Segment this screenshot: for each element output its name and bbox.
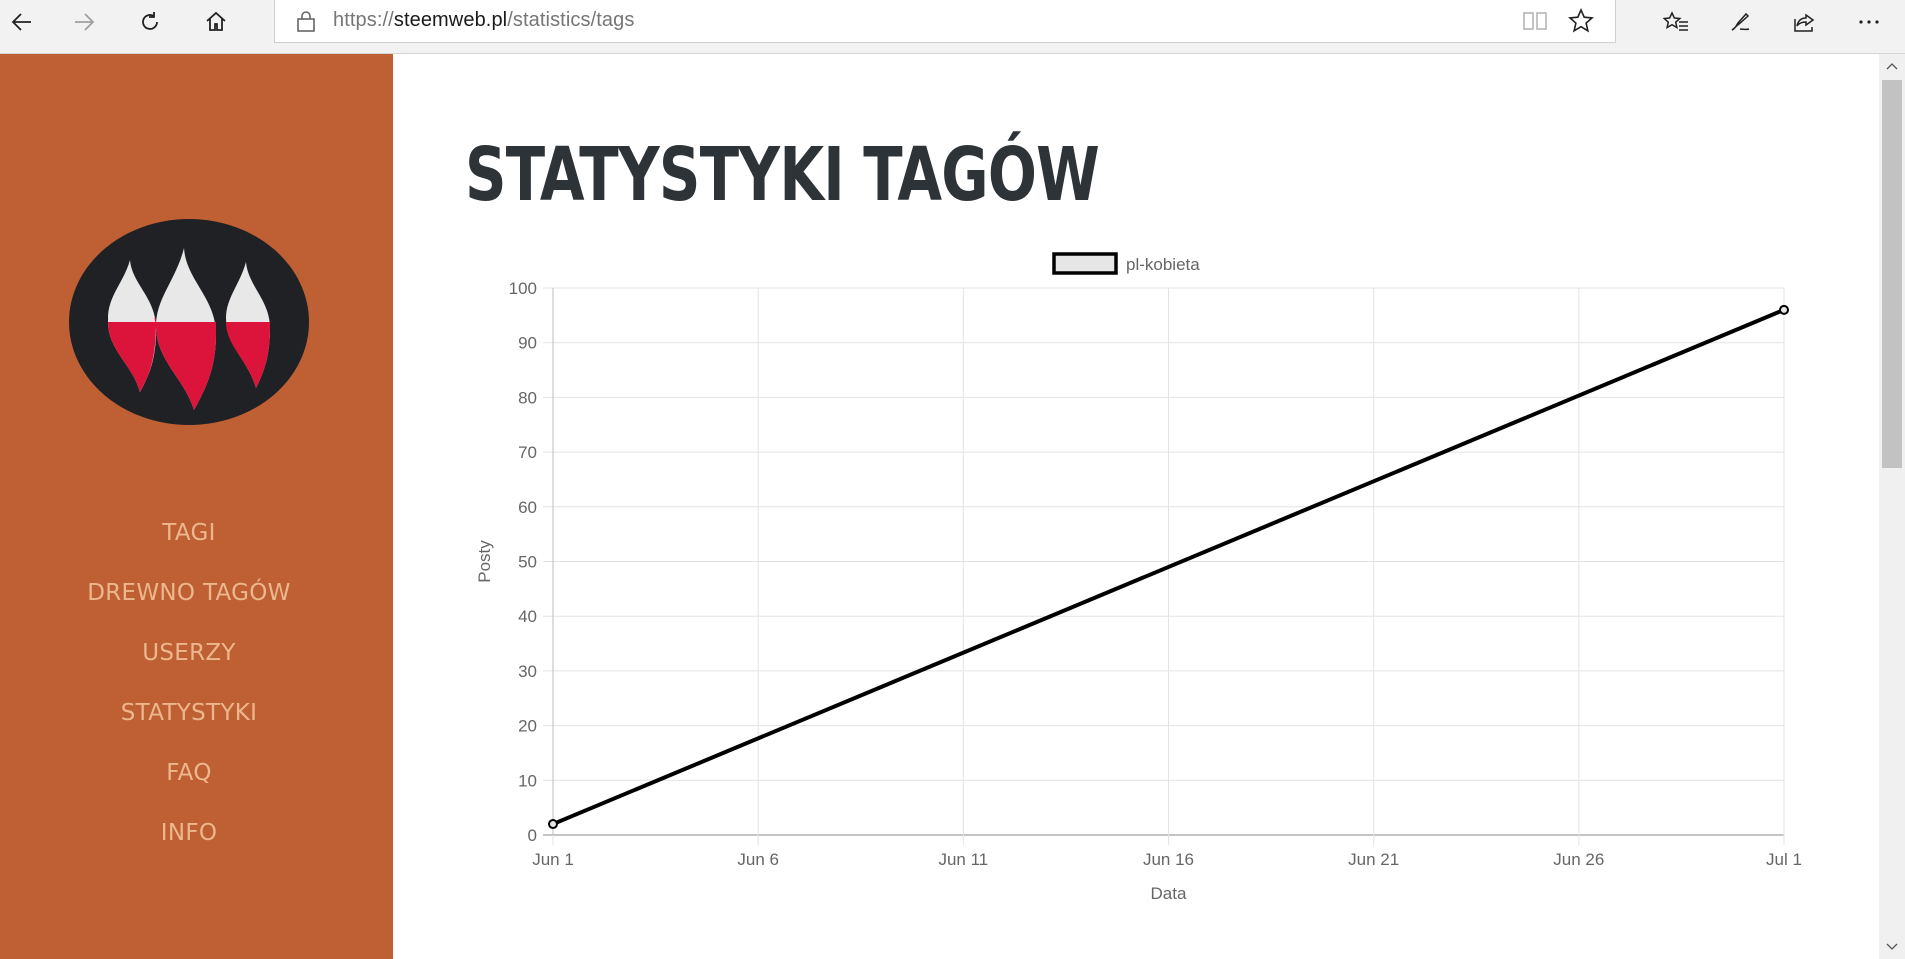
more-button[interactable] — [1847, 0, 1891, 43]
x-tick-label: Jun 1 — [532, 850, 574, 869]
url-scheme: https:// — [333, 9, 394, 31]
data-point — [1779, 304, 1789, 315]
scroll-down-icon[interactable] — [1885, 939, 1899, 953]
y-tick-label: 20 — [518, 717, 537, 736]
browser-toolbar: https://steemweb.pl/statistics/tags — [0, 0, 1905, 54]
url-host: steemweb.pl — [393, 9, 508, 31]
sidebar: TAGI DREWNO TAGÓW USERZY STATYSTYKI FAQ … — [0, 54, 393, 959]
forward-button[interactable] — [62, 0, 106, 43]
reading-view-icon[interactable] — [1522, 9, 1548, 33]
nav-item-faq[interactable]: FAQ — [0, 749, 378, 809]
y-tick-label: 50 — [518, 553, 537, 572]
nav-item-info[interactable]: INFO — [0, 809, 378, 869]
url-path: /statistics/tags — [507, 9, 635, 31]
y-tick-label: 70 — [518, 443, 537, 462]
x-tick-label: Jun 16 — [1143, 850, 1194, 869]
refresh-icon — [142, 11, 158, 30]
home-icon — [206, 11, 226, 31]
address-bar[interactable]: https://steemweb.pl/statistics/tags — [274, 0, 1616, 43]
share-button[interactable] — [1783, 0, 1827, 43]
steem-logo — [69, 219, 309, 425]
scrollbar-thumb[interactable] — [1882, 80, 1902, 468]
x-tick-label: Jun 11 — [938, 850, 988, 869]
page-title: STATYSTYKI TAGÓW — [465, 132, 1100, 218]
refresh-button[interactable] — [128, 0, 172, 43]
y-tick-label: 80 — [518, 388, 537, 407]
nav-item-tagi[interactable]: TAGI — [0, 509, 378, 569]
tag-stats-chart: 0 10 20 30 40 50 60 70 80 90 100 Jun 1 Jun 6 Jun 11 Ju… — [475, 252, 1802, 903]
notes-button[interactable] — [1718, 0, 1762, 43]
legend-swatch — [1052, 252, 1118, 275]
favorites-button[interactable] — [1654, 0, 1698, 43]
nav-item-userzy[interactable]: USERZY — [0, 629, 378, 689]
more-dots-icon — [1859, 19, 1879, 24]
y-tick-label: 90 — [518, 334, 537, 353]
y-tick-label: 100 — [509, 279, 537, 298]
x-tick-label: Jun 21 — [1348, 850, 1399, 869]
url-text[interactable]: https://steemweb.pl/statistics/tags — [333, 9, 634, 32]
x-tick-label: Jun 26 — [1553, 850, 1604, 869]
back-button[interactable] — [0, 0, 44, 43]
data-point — [548, 819, 558, 830]
x-axis-title: Data — [1151, 884, 1187, 903]
main-nav: TAGI DREWNO TAGÓW USERZY STATYSTYKI FAQ … — [0, 509, 378, 869]
favorite-star-icon[interactable] — [1567, 7, 1595, 35]
legend-label: pl-kobieta — [1126, 255, 1200, 274]
y-tick-label: 40 — [518, 607, 537, 626]
page-scrollbar[interactable] — [1879, 54, 1905, 959]
pen-icon — [1731, 12, 1750, 31]
favorites-list-icon — [1663, 10, 1688, 31]
home-button[interactable] — [194, 0, 238, 43]
x-tick-label: Jun 6 — [737, 850, 779, 869]
forward-arrow-icon — [75, 12, 95, 31]
nav-item-drzewo-tagow[interactable]: DREWNO TAGÓW — [0, 569, 378, 629]
y-tick-label: 10 — [518, 771, 537, 790]
share-icon — [1794, 13, 1815, 32]
y-tick-label: 0 — [528, 826, 537, 845]
x-tick-label: Jul 1 — [1766, 850, 1802, 869]
y-axis-title: Posty — [475, 540, 494, 583]
y-tick-label: 60 — [518, 498, 537, 517]
nav-item-statystyki[interactable]: STATYSTYKI — [0, 689, 378, 749]
y-tick-label: 30 — [518, 662, 537, 681]
scroll-up-icon[interactable] — [1885, 60, 1899, 74]
lock-icon — [297, 11, 315, 32]
back-arrow-icon — [11, 12, 31, 31]
